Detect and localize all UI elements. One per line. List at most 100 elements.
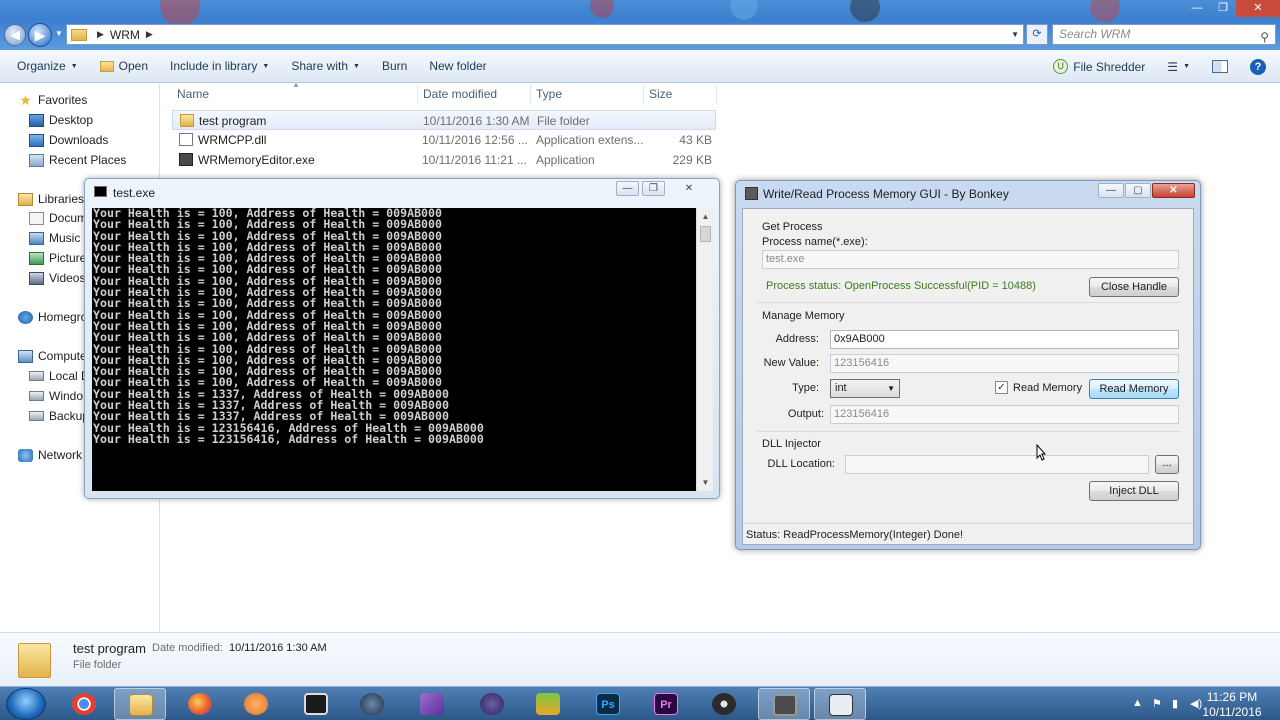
scroll-down-icon[interactable]: ▼	[697, 474, 714, 491]
column-separator[interactable]	[417, 84, 418, 104]
action-center-icon[interactable]: ⚑	[1152, 697, 1162, 710]
preview-pane-icon	[1212, 60, 1228, 73]
change-view-button[interactable]: ☰ ▼	[1156, 60, 1201, 74]
nav-libraries[interactable]: Libraries	[18, 189, 84, 209]
share-with-menu[interactable]: Share with ▼	[280, 59, 371, 73]
inject-dll-button[interactable]: Inject DLL	[1089, 481, 1179, 501]
taskbar-button[interactable]	[174, 688, 226, 720]
nav-homegroup[interactable]: Homegro	[18, 307, 87, 327]
taskbar-button[interactable]	[814, 688, 866, 720]
column-date-modified[interactable]: Date modified	[423, 87, 497, 101]
nav-videos[interactable]: Videos	[29, 268, 85, 288]
back-button[interactable]: ◀	[4, 24, 26, 46]
nav-documents[interactable]: Docum	[29, 208, 87, 228]
address-bar[interactable]: ▶ WRM ▶ ▼	[66, 24, 1024, 45]
maximize-button[interactable]: ❐	[1210, 0, 1236, 17]
taskbar-button[interactable]	[230, 688, 282, 720]
wrm-maximize-button[interactable]: ▢	[1125, 183, 1151, 198]
taskbar-button[interactable]	[114, 688, 166, 720]
nav-computer[interactable]: Compute	[18, 346, 87, 366]
column-size[interactable]: Size	[649, 87, 672, 101]
preview-pane-button[interactable]	[1201, 60, 1239, 73]
close-handle-button[interactable]: Close Handle	[1089, 277, 1179, 297]
scroll-thumb[interactable]	[700, 226, 711, 242]
type-dropdown[interactable]: int ▼	[830, 379, 900, 398]
chrome-icon	[72, 693, 96, 715]
chevron-down-icon[interactable]: ▼	[1011, 30, 1019, 39]
recent-pages-dropdown[interactable]: ▼	[55, 29, 63, 38]
output-field[interactable]: 123156416	[830, 405, 1179, 424]
file-row[interactable]: WRMCPP.dll 10/11/2016 12:56 ... Applicat…	[172, 130, 716, 150]
clock-date[interactable]: 10/11/2016	[1197, 705, 1267, 719]
column-separator[interactable]	[530, 84, 531, 104]
console-close-button[interactable]: ✕	[668, 181, 710, 196]
console-output[interactable]: Your Health is = 100, Address of Health …	[92, 208, 696, 491]
nav-pictures[interactable]: Picture	[29, 248, 86, 268]
network-icon	[18, 448, 33, 462]
column-separator[interactable]	[716, 84, 717, 104]
refresh-button[interactable]: ⟳	[1026, 24, 1048, 45]
burn-button[interactable]: Burn	[371, 59, 418, 73]
show-hidden-icons-icon[interactable]: ▲	[1132, 697, 1143, 709]
column-name[interactable]: Name	[177, 87, 209, 101]
nav-downloads[interactable]: Downloads	[29, 130, 108, 150]
console-maximize-button[interactable]: ❐	[642, 181, 665, 196]
taskbar-button[interactable]: Ps	[582, 688, 634, 720]
nav-windows-drive[interactable]: Windo	[29, 386, 83, 406]
search-input[interactable]: Search WRM ⚲	[1052, 24, 1276, 45]
taskbar-button[interactable]	[466, 688, 518, 720]
start-button[interactable]	[6, 688, 46, 720]
memory-editor-client: Get Process Process name(*.exe): test.ex…	[742, 208, 1194, 545]
taskbar-button[interactable]	[698, 688, 750, 720]
help-button[interactable]: ?	[1239, 58, 1280, 75]
wrm-close-button[interactable]: ✕	[1152, 183, 1195, 198]
breadcrumb-wrm[interactable]: WRM	[110, 28, 140, 42]
taskbar-button[interactable]	[290, 688, 342, 720]
nav-backup-drive[interactable]: Backup	[29, 406, 89, 426]
memory-editor-window[interactable]: Write/Read Process Memory GUI - By Bonke…	[735, 180, 1201, 550]
chevron-right-icon[interactable]: ▶	[146, 29, 153, 40]
column-separator[interactable]	[643, 84, 644, 104]
include-in-library-menu[interactable]: Include in library ▼	[159, 59, 280, 73]
network-status-icon[interactable]: ▮	[1172, 697, 1178, 710]
dll-location-field[interactable]	[845, 455, 1149, 474]
taskbar-button[interactable]	[406, 688, 458, 720]
open-button[interactable]: Open	[89, 59, 159, 73]
clock-time[interactable]: 11:26 PM	[1197, 690, 1267, 704]
taskbar-button[interactable]	[522, 688, 574, 720]
wrm-minimize-button[interactable]: —	[1098, 183, 1124, 198]
read-memory-checkbox-label[interactable]: Read Memory	[1013, 382, 1082, 394]
column-type[interactable]: Type	[536, 87, 562, 101]
browse-dll-button[interactable]: ...	[1155, 455, 1179, 474]
read-memory-checkbox[interactable]: ✓	[995, 381, 1008, 394]
console-minimize-button[interactable]: —	[616, 181, 639, 196]
console-scrollbar[interactable]: ▲ ▼	[696, 208, 713, 491]
file-row[interactable]: test program 10/11/2016 1:30 AM File fol…	[172, 110, 716, 130]
console-window[interactable]: test.exe — ❐ ✕ Your Health is = 100, Add…	[84, 178, 720, 499]
nav-favorites[interactable]: ★ Favorites	[18, 90, 87, 110]
nav-label: Windo	[49, 389, 84, 403]
taskbar-button[interactable]	[58, 688, 110, 720]
nav-label: Compute	[38, 349, 87, 363]
nav-recent-places[interactable]: Recent Places	[29, 150, 126, 170]
nav-desktop[interactable]: Desktop	[29, 110, 93, 130]
file-row[interactable]: WRMemoryEditor.exe 10/11/2016 11:21 ... …	[172, 150, 716, 170]
minimize-button[interactable]: —	[1184, 0, 1210, 17]
nav-local-disk[interactable]: Local D	[29, 366, 90, 386]
read-memory-button[interactable]: Read Memory	[1089, 379, 1179, 399]
file-shredder-button[interactable]: U File Shredder	[1042, 59, 1156, 74]
file-shredder-label: File Shredder	[1073, 59, 1146, 74]
taskbar-button[interactable]: Pr	[640, 688, 692, 720]
process-name-field[interactable]: test.exe	[762, 250, 1179, 269]
taskbar-button[interactable]	[346, 688, 398, 720]
nav-music[interactable]: Music	[29, 228, 80, 248]
close-button[interactable]: ✕	[1236, 0, 1280, 17]
new-value-field[interactable]: 123156416	[830, 354, 1179, 373]
address-field[interactable]: 0x9AB000	[830, 330, 1179, 349]
scroll-up-icon[interactable]: ▲	[697, 208, 714, 225]
forward-button[interactable]: ▶	[28, 23, 52, 47]
nav-network[interactable]: Network	[18, 445, 82, 465]
organize-menu[interactable]: Organize ▼	[0, 59, 89, 73]
new-folder-button[interactable]: New folder	[418, 59, 497, 73]
taskbar-button[interactable]	[758, 688, 810, 720]
